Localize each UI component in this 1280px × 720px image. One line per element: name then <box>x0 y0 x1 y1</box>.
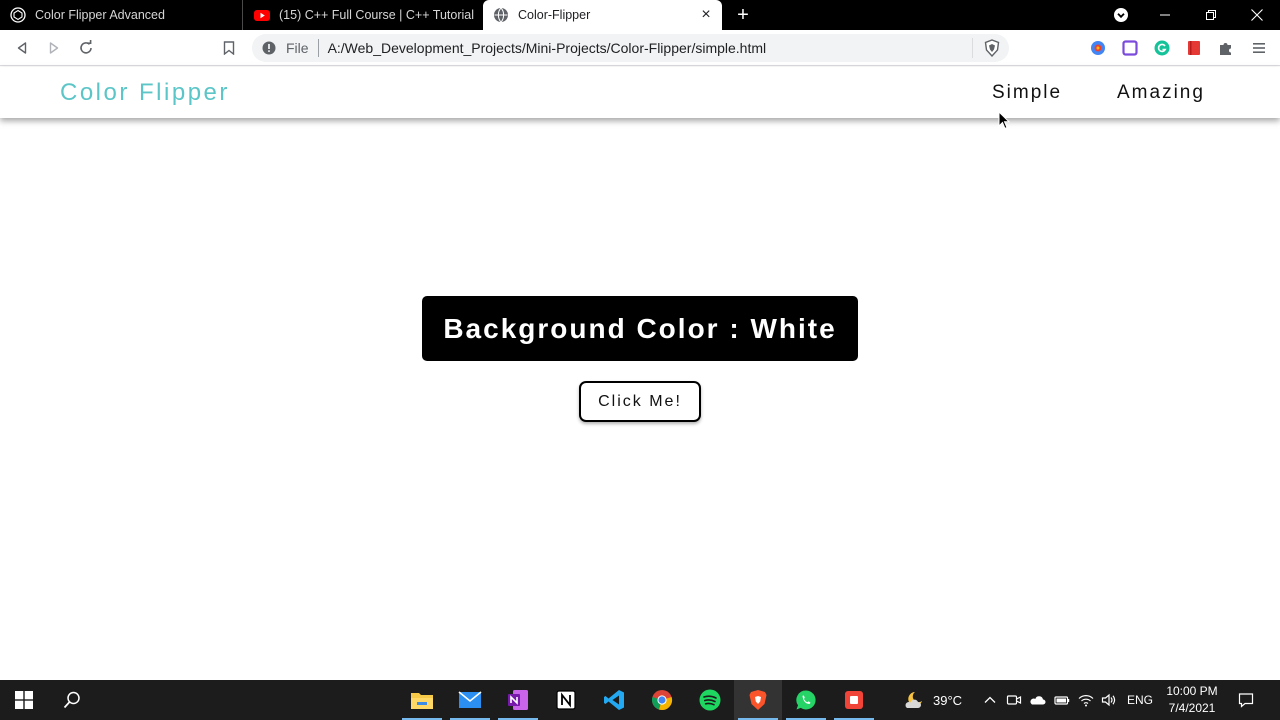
forward-arrow-icon <box>49 42 59 54</box>
volume-icon[interactable] <box>1101 692 1117 708</box>
notion-icon <box>556 690 576 710</box>
nav-link-amazing[interactable]: Amazing <box>1117 82 1205 104</box>
new-tab-icon[interactable]: + <box>733 5 753 25</box>
reload-icon <box>80 40 92 54</box>
tab-title: Color Flipper Advanced <box>35 8 165 22</box>
codepen-favicon-icon <box>10 7 26 23</box>
omnibox-divider <box>972 38 973 58</box>
moon-cloud-icon <box>905 692 922 708</box>
youtube-favicon-icon <box>254 10 270 21</box>
tab-color-flipper-advanced[interactable]: Color Flipper Advanced <box>0 0 243 30</box>
taskbar-vscode[interactable] <box>590 680 638 720</box>
windows-taskbar: 39°C ENG 10:00 PM 7/4/2021 <box>0 680 1280 720</box>
forward-button[interactable] <box>44 38 64 58</box>
url-text[interactable]: A:/Web_Development_Projects/Mini-Project… <box>328 40 767 56</box>
close-window-button[interactable] <box>1234 0 1280 30</box>
tab-title: Color-Flipper <box>518 8 591 22</box>
back-button[interactable] <box>12 38 32 58</box>
grammarly-icon[interactable] <box>1154 40 1170 56</box>
start-button[interactable] <box>0 680 48 720</box>
taskbar-brave[interactable] <box>734 680 782 720</box>
extension-color-picker-icon[interactable] <box>1090 40 1106 56</box>
onenote-icon <box>508 690 528 710</box>
notification-center-icon[interactable] <box>1238 692 1254 708</box>
close-tab-icon[interactable]: × <box>698 7 714 23</box>
globe-favicon-icon <box>494 7 508 23</box>
minimize-button[interactable] <box>1142 0 1188 30</box>
meet-now-icon[interactable] <box>1006 692 1022 708</box>
nav-link-simple[interactable]: Simple <box>992 82 1062 104</box>
site-navbar: Color Flipper Simple Amazing <box>0 67 1280 118</box>
screen-recorder-icon <box>845 691 863 709</box>
browser-toolbar: File A:/Web_Development_Projects/Mini-Pr… <box>0 30 1280 66</box>
onedrive-icon[interactable] <box>1030 692 1046 708</box>
chrome-icon <box>651 690 673 710</box>
language-indicator[interactable]: ENG <box>1127 693 1153 707</box>
taskbar-file-explorer[interactable] <box>398 680 446 720</box>
extensions-puzzle-icon[interactable] <box>1218 40 1234 56</box>
reload-button[interactable] <box>76 38 96 58</box>
search-icon <box>63 691 80 709</box>
address-bar[interactable]: File A:/Web_Development_Projects/Mini-Pr… <box>252 34 1009 62</box>
restore-button[interactable] <box>1188 0 1234 30</box>
taskbar-notion[interactable] <box>542 680 590 720</box>
tab-strip: Color Flipper Advanced (15) C++ Full Cou… <box>0 0 1280 30</box>
system-clock[interactable]: 10:00 PM 7/4/2021 <box>1160 683 1224 717</box>
back-arrow-icon <box>17 42 27 54</box>
windows-logo-icon <box>15 691 33 709</box>
extension-square-icon[interactable] <box>1122 40 1138 56</box>
weather-temperature: 39°C <box>933 692 963 708</box>
taskbar-chrome[interactable] <box>638 680 686 720</box>
brave-icon <box>749 690 767 710</box>
tab-search-icon[interactable] <box>1113 7 1129 23</box>
taskbar-spotify[interactable] <box>686 680 734 720</box>
minimize-icon <box>1160 14 1170 16</box>
clock-date: 7/4/2021 <box>1168 701 1216 715</box>
extension-book-icon[interactable] <box>1186 40 1202 56</box>
taskbar-whatsapp[interactable] <box>782 680 830 720</box>
click-me-button[interactable]: Click Me! <box>579 381 701 422</box>
close-icon <box>1251 9 1263 21</box>
brave-shield-icon[interactable] <box>983 39 1001 57</box>
restore-icon <box>1206 10 1216 20</box>
scheme-divider <box>317 39 319 57</box>
mouse-cursor-icon <box>998 111 1010 130</box>
wifi-icon[interactable] <box>1078 692 1094 708</box>
background-color-label: Background Color : White <box>422 296 858 361</box>
bookmark-button[interactable] <box>219 38 239 58</box>
bookmark-icon <box>223 41 235 55</box>
chevron-up-icon[interactable] <box>982 692 998 708</box>
info-icon[interactable] <box>262 41 276 55</box>
menu-icon[interactable] <box>1251 40 1267 56</box>
tab-color-flipper[interactable]: Color-Flipper × <box>483 0 722 30</box>
url-scheme: File <box>286 40 309 56</box>
whatsapp-icon <box>796 690 816 710</box>
file-explorer-icon <box>411 693 433 709</box>
weather-widget[interactable]: 39°C <box>903 680 962 720</box>
clock-time: 10:00 PM <box>1166 684 1218 698</box>
taskbar-search-button[interactable] <box>48 680 96 720</box>
tab-cpp-course[interactable]: (15) C++ Full Course | C++ Tutorial | Da… <box>244 0 482 30</box>
site-brand[interactable]: Color Flipper <box>60 79 230 107</box>
taskbar-mail[interactable] <box>446 680 494 720</box>
tab-title: (15) C++ Full Course | C++ Tutorial | Da… <box>279 8 474 22</box>
mail-icon <box>458 691 482 708</box>
taskbar-onenote[interactable] <box>494 680 542 720</box>
spotify-icon <box>699 689 721 711</box>
battery-icon[interactable] <box>1054 692 1070 708</box>
taskbar-screen-recorder[interactable] <box>830 680 878 720</box>
vscode-icon <box>604 690 624 710</box>
